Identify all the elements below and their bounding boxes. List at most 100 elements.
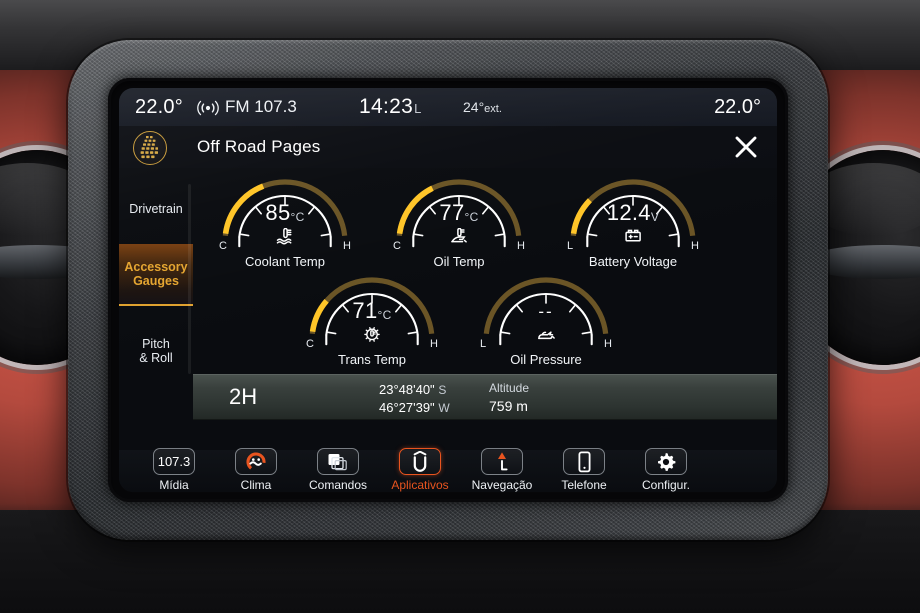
taskbar-item-label: Mídia bbox=[159, 478, 189, 492]
taskbar-item-label: Aplicativos bbox=[391, 478, 449, 492]
content-area: Drivetrain AccessoryGauges Pitch& Roll bbox=[119, 168, 777, 450]
trans-temp-icon bbox=[364, 326, 380, 342]
gauge-max-label: H bbox=[343, 240, 351, 252]
sidebar-item-pitch-roll[interactable]: Pitch & Roll bbox=[119, 330, 193, 372]
tire-tread-badge-icon bbox=[133, 131, 167, 165]
radio-frequency-value: 107.3 bbox=[157, 454, 191, 469]
gauge-max-label: H bbox=[430, 338, 438, 350]
gauge-number: 71 bbox=[352, 298, 378, 323]
page-title-bar: Off Road Pages bbox=[119, 126, 777, 168]
sidebar-item-label: Accessory Gauges bbox=[124, 260, 188, 288]
gauge-number: -- bbox=[538, 302, 554, 321]
taskbar-item-telefone[interactable]: Telefone bbox=[543, 448, 625, 492]
latitude-direction: S bbox=[438, 383, 447, 397]
cabin-temp-left: 22.0° bbox=[135, 95, 183, 118]
taskbar-icon-wrap bbox=[563, 448, 605, 475]
gauge-value: 85°C bbox=[209, 200, 361, 226]
taskbar-item-label: Comandos bbox=[308, 478, 368, 492]
gauge-name: Coolant Temp bbox=[245, 254, 325, 269]
gauge-max-label: H bbox=[604, 338, 612, 350]
longitude-value: 46°27'39" bbox=[379, 400, 435, 415]
radio-band-label: FM 107.3 bbox=[225, 97, 297, 116]
taskbar-item-label: Configur. bbox=[641, 478, 691, 492]
gauge-name: Trans Temp bbox=[338, 352, 406, 367]
cabin-temp-right: 22.0° bbox=[714, 95, 761, 118]
gauge-max-label: H bbox=[691, 240, 699, 252]
gauge-name: Oil Pressure bbox=[510, 352, 582, 367]
gps-coordinates: 23°48'40" S 46°27'39" W bbox=[379, 381, 450, 417]
taskbar-item-configur[interactable]: Configur. bbox=[625, 448, 707, 492]
gauge-max-label: H bbox=[517, 240, 525, 252]
latitude-value: 23°48'40" bbox=[379, 382, 435, 397]
uconnect-icon bbox=[413, 450, 427, 472]
altitude-value: 759 m bbox=[489, 398, 528, 414]
taskbar-icon-wrap bbox=[235, 448, 277, 475]
gauge-unit: V bbox=[650, 210, 660, 224]
gauge-value: -- bbox=[470, 302, 622, 322]
gauge-number: 77 bbox=[439, 200, 465, 225]
oil-pressure-icon bbox=[538, 331, 555, 340]
taskbar-icon-wrap bbox=[645, 448, 687, 475]
infotainment-screenshot: 22.0° FM 107.3 14:23L 24°ext. 22.0° Off … bbox=[0, 0, 920, 613]
taskbar-item-comandos[interactable]: Comandos bbox=[297, 448, 379, 492]
taskbar-item-label: Clima bbox=[240, 478, 272, 492]
close-icon[interactable] bbox=[733, 134, 759, 160]
taskbar-item-clima[interactable]: Clima bbox=[215, 448, 297, 492]
gauge-name: Oil Temp bbox=[433, 254, 485, 269]
taskbar-item-m-dia[interactable]: 107.3 Mídia bbox=[133, 448, 215, 492]
app-taskbar: 107.3 Mídia Clima Comandos Aplicativos N bbox=[119, 448, 777, 492]
longitude-direction: W bbox=[438, 401, 450, 415]
gauge-min-label: L bbox=[480, 338, 487, 350]
exterior-temp-value: 24° bbox=[463, 99, 485, 115]
navigation-arrow-icon bbox=[498, 451, 508, 470]
taskbar-item-label: Telefone bbox=[561, 478, 607, 492]
sidebar-item-drivetrain[interactable]: Drivetrain bbox=[119, 188, 193, 230]
sidebar-scrollbar[interactable] bbox=[188, 184, 191, 374]
gauge-unit: °C bbox=[377, 308, 392, 322]
drive-mode-indicator: 2H bbox=[229, 384, 258, 409]
gauge-value: 77°C bbox=[383, 200, 535, 226]
taskbar-item-aplicativos[interactable]: Aplicativos bbox=[379, 448, 461, 492]
battery-icon bbox=[625, 229, 641, 242]
gauge-min-label: C bbox=[219, 240, 227, 252]
gauge-oil-temp: 77°C C H Oil Temp bbox=[383, 174, 535, 270]
exterior-temp: 24°ext. bbox=[463, 99, 502, 115]
gauge-number: 12.4 bbox=[606, 200, 651, 225]
gauge-name: Battery Voltage bbox=[588, 254, 678, 269]
coolant-temp-icon bbox=[276, 228, 292, 245]
taskbar-icon-wrap bbox=[481, 448, 523, 475]
gear-icon bbox=[658, 452, 676, 471]
gauge-coolant-temp: 85°C C H Coolant Temp bbox=[209, 174, 361, 270]
oil-temp-icon bbox=[451, 228, 467, 243]
gauge-min-label: C bbox=[306, 338, 314, 350]
gauge-trans-temp: 71°C C H Trans Temp bbox=[296, 272, 448, 368]
page-title: Off Road Pages bbox=[197, 137, 321, 156]
touchscreen-display[interactable]: 22.0° FM 107.3 14:23L 24°ext. 22.0° Off … bbox=[119, 88, 777, 492]
sidebar-item-label: Pitch & Roll bbox=[139, 337, 173, 365]
taskbar-icon-wrap bbox=[399, 448, 441, 475]
gauge-value: 12.4V bbox=[557, 200, 709, 226]
gauge-value: 71°C bbox=[296, 298, 448, 324]
radio-signal-icon bbox=[197, 100, 219, 116]
clock: 14:23L bbox=[359, 95, 422, 119]
taskbar-icon-wrap bbox=[317, 448, 359, 475]
taskbar-item-navega-o[interactable]: Navegação bbox=[461, 448, 543, 492]
clock-suffix: L bbox=[414, 101, 422, 116]
sidebar-item-accessory-gauges[interactable]: Accessory Gauges bbox=[119, 244, 193, 306]
status-bar: 22.0° FM 107.3 14:23L 24°ext. 22.0° bbox=[119, 88, 777, 126]
clock-time: 14:23 bbox=[359, 95, 414, 118]
gauge-min-label: L bbox=[567, 240, 574, 252]
phone-icon bbox=[578, 450, 590, 472]
gauge-number: 85 bbox=[265, 200, 291, 225]
gauge-oil-pressure: -- L H Oil Pressure bbox=[470, 272, 622, 368]
sidebar-item-label: Drivetrain bbox=[129, 202, 183, 216]
gauge-unit: °C bbox=[290, 210, 305, 224]
gauge-min-label: C bbox=[393, 240, 401, 252]
exterior-temp-label: ext. bbox=[484, 103, 502, 115]
gauge-battery-voltage: 12.4V L H Battery Voltage bbox=[557, 174, 709, 270]
sidebar-nav: Drivetrain Accessory Gauges Pitch & Roll bbox=[119, 168, 193, 450]
taskbar-item-label: Navegação bbox=[471, 478, 533, 492]
taskbar-icon-wrap: 107.3 bbox=[153, 448, 195, 475]
gauge-unit: °C bbox=[464, 210, 479, 224]
app-windows-icon bbox=[328, 453, 347, 470]
